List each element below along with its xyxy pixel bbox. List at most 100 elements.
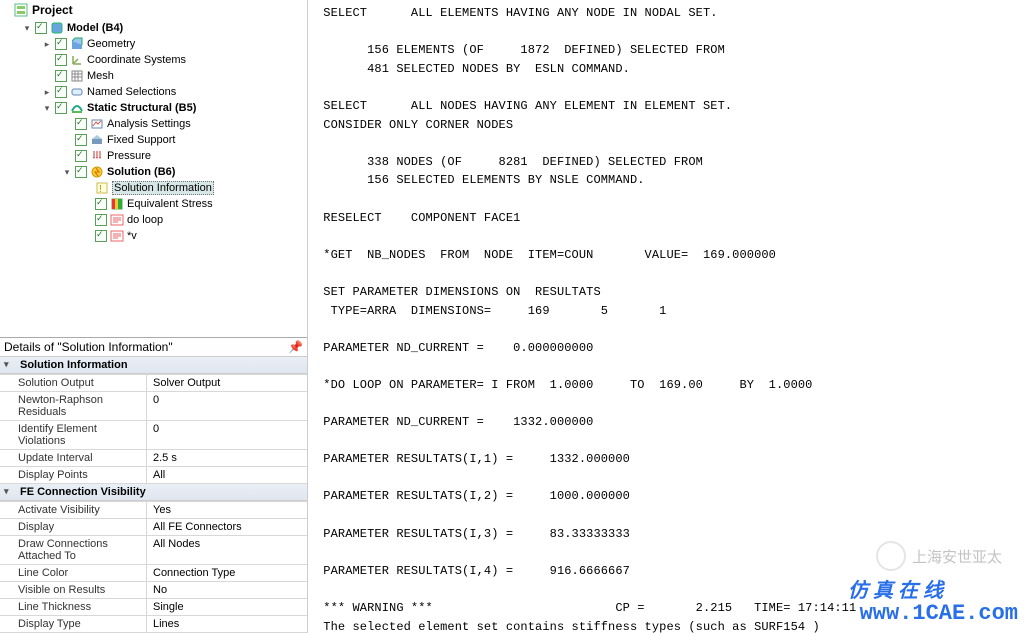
tree-item[interactable]: Fixed Support: [2, 132, 307, 148]
property-label: Activate Visibility: [0, 502, 147, 518]
property-label: Draw Connections Attached To: [0, 536, 147, 564]
expand-icon[interactable]: [82, 183, 92, 193]
tree-item[interactable]: Mesh: [2, 68, 307, 84]
tree-item[interactable]: ▸Named Selections: [2, 84, 307, 100]
project-tree[interactable]: Project ▾Model (B4)▸GeometryCoordinate S…: [0, 0, 307, 337]
property-value[interactable]: Single: [147, 599, 307, 615]
property-value[interactable]: 0: [147, 421, 307, 449]
property-value[interactable]: Yes: [147, 502, 307, 518]
svg-text:!: !: [99, 184, 102, 195]
expand-icon[interactable]: [82, 215, 92, 225]
check-icon: [55, 54, 67, 66]
tree-item[interactable]: Analysis Settings: [2, 116, 307, 132]
property-label: Display Type: [0, 616, 147, 632]
check-icon: [95, 214, 107, 226]
check-icon: [75, 118, 87, 130]
cmd2-icon: [110, 229, 124, 243]
solinfo-icon: !: [95, 181, 109, 195]
solver-output[interactable]: SELECT ALL ELEMENTS HAVING ANY NODE IN N…: [308, 0, 1024, 633]
section-header[interactable]: FE Connection Visibility: [0, 484, 307, 501]
property-value[interactable]: Solver Output: [147, 375, 307, 391]
property-row[interactable]: Display PointsAll: [0, 467, 307, 484]
tree-item-label: Model (B4): [67, 22, 123, 34]
property-label: Solution Output: [0, 375, 147, 391]
expand-icon[interactable]: [62, 119, 72, 129]
property-label: Display: [0, 519, 147, 535]
property-label: Update Interval: [0, 450, 147, 466]
tree-item[interactable]: *v: [2, 228, 307, 244]
tree-item-label: Analysis Settings: [107, 118, 191, 130]
check-icon: [75, 150, 87, 162]
expand-icon[interactable]: ▾: [42, 103, 52, 113]
tree-item[interactable]: ▾ Static Structural (B5): [2, 100, 307, 116]
property-value[interactable]: Connection Type: [147, 565, 307, 581]
property-row[interactable]: DisplayAll FE Connectors: [0, 519, 307, 536]
slogan-text: 仿真在线: [848, 574, 948, 603]
property-row[interactable]: Solution OutputSolver Output: [0, 374, 307, 392]
tree-item[interactable]: ▸Geometry: [2, 36, 307, 52]
project-icon: [14, 3, 28, 17]
property-value[interactable]: All FE Connectors: [147, 519, 307, 535]
static-icon: [70, 101, 84, 115]
property-row[interactable]: Draw Connections Attached ToAll Nodes: [0, 536, 307, 565]
property-value[interactable]: 0: [147, 392, 307, 420]
property-row[interactable]: Newton-Raphson Residuals0: [0, 392, 307, 421]
property-value[interactable]: 2.5 s: [147, 450, 307, 466]
tree-item-label: Mesh: [87, 70, 114, 82]
tree-item[interactable]: Equivalent Stress: [2, 196, 307, 212]
expand-icon[interactable]: [42, 55, 52, 65]
expand-icon[interactable]: ▸: [42, 39, 52, 49]
geometry-icon: [70, 37, 84, 51]
property-value[interactable]: No: [147, 582, 307, 598]
property-row[interactable]: Identify Element Violations0: [0, 421, 307, 450]
tree-item-label: Solution (B6): [107, 166, 175, 178]
check-icon: [55, 102, 67, 114]
tree-item[interactable]: !Solution Information: [2, 180, 307, 196]
wechat-icon: [876, 541, 906, 571]
property-label: Display Points: [0, 467, 147, 483]
property-row[interactable]: Display TypeLines: [0, 616, 307, 633]
check-icon: [95, 230, 107, 242]
expand-icon[interactable]: [62, 151, 72, 161]
property-value[interactable]: Lines: [147, 616, 307, 632]
property-label: Line Color: [0, 565, 147, 581]
cmd-icon: [110, 213, 124, 227]
tree-item-label: Static Structural (B5): [87, 102, 196, 114]
property-label: Line Thickness: [0, 599, 147, 615]
expand-icon[interactable]: ▾: [22, 23, 32, 33]
property-value[interactable]: All: [147, 467, 307, 483]
check-icon: [35, 22, 47, 34]
tree-item-label: Equivalent Stress: [127, 198, 213, 210]
expand-icon[interactable]: [62, 135, 72, 145]
details-panel: Details of "Solution Information" 📌 Solu…: [0, 337, 307, 633]
tree-item-label: Fixed Support: [107, 134, 175, 146]
property-row[interactable]: Activate VisibilityYes: [0, 501, 307, 519]
tree-item-label: do loop: [127, 214, 163, 226]
tree-item-label: Coordinate Systems: [87, 54, 186, 66]
solution-icon: [90, 165, 104, 179]
analysis-icon: [90, 117, 104, 131]
property-row[interactable]: Update Interval2.5 s: [0, 450, 307, 467]
expand-icon[interactable]: [82, 199, 92, 209]
property-value[interactable]: All Nodes: [147, 536, 307, 564]
tree-item[interactable]: Pressure: [2, 148, 307, 164]
section-header[interactable]: Solution Information: [0, 357, 307, 374]
tree-item-label: *v: [127, 230, 137, 242]
wechat-watermark: 上海安世亚太: [876, 541, 1002, 571]
expand-icon[interactable]: [42, 71, 52, 81]
property-row[interactable]: Visible on ResultsNo: [0, 582, 307, 599]
expand-icon[interactable]: ▸: [42, 87, 52, 97]
property-row[interactable]: Line ColorConnection Type: [0, 565, 307, 582]
check-icon: [75, 134, 87, 146]
tree-item[interactable]: ▾ Solution (B6): [2, 164, 307, 180]
expand-icon[interactable]: [82, 231, 92, 241]
named-icon: [70, 85, 84, 99]
expand-icon[interactable]: ▾: [62, 167, 72, 177]
tree-item[interactable]: ▾ Model (B4): [2, 20, 307, 36]
eqv-icon: [110, 197, 124, 211]
tree-item[interactable]: Coordinate Systems: [2, 52, 307, 68]
property-row[interactable]: Line ThicknessSingle: [0, 599, 307, 616]
pin-icon[interactable]: 📌: [288, 340, 303, 354]
check-icon: [95, 198, 107, 210]
tree-item[interactable]: do loop: [2, 212, 307, 228]
